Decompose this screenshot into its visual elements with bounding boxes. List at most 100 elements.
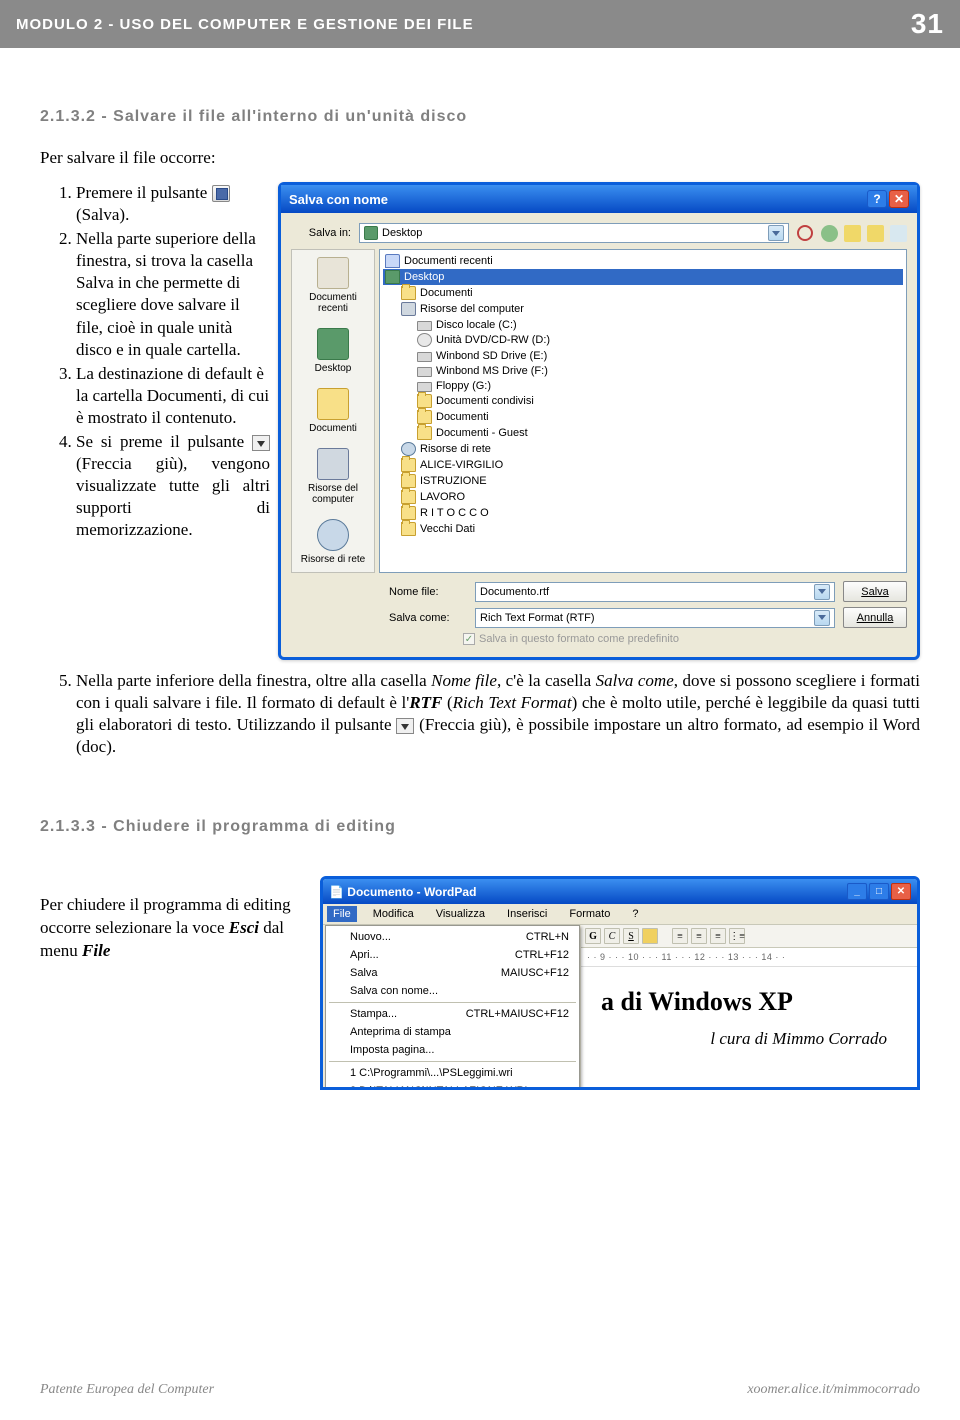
list-item[interactable]: Disco locale (C:) [383, 317, 903, 332]
save-in-row: Salva in: Desktop [291, 223, 907, 243]
list-item[interactable]: Risorse del computer [383, 301, 903, 317]
nav-icons [821, 225, 907, 242]
close-button[interactable]: ✕ [889, 190, 909, 208]
header-title: MODULO 2 - USO DEL COMPUTER E GESTIONE D… [16, 16, 474, 33]
dialog-bottom: Nome file: Documento.rtf Salva Salva com… [291, 581, 907, 645]
menu-help[interactable]: ? [626, 906, 644, 922]
place-risorse[interactable]: Risorse del computer [292, 441, 374, 512]
menu-inserisci[interactable]: Inserisci [501, 906, 553, 922]
wordpad-document[interactable]: a di Windows XP l cura di Mimmo Corrado [581, 967, 917, 1087]
italic-button[interactable]: C [604, 928, 620, 944]
view-icon[interactable] [890, 225, 907, 242]
doc-heading: a di Windows XP [601, 987, 897, 1017]
desktop-place-icon [317, 328, 349, 360]
folder-icon [401, 474, 416, 488]
list-item[interactable]: Documenti [383, 285, 903, 301]
list-item[interactable]: Floppy (G:) [383, 378, 903, 393]
maximize-button[interactable]: □ [869, 883, 889, 900]
combo-dropdown-icon[interactable] [768, 225, 784, 241]
menu-item[interactable]: 1 C:\Programmi\...\PSLeggimi.wri [328, 1064, 577, 1082]
footer-left: Patente Europea del Computer [40, 1382, 214, 1398]
place-desktop[interactable]: Desktop [292, 321, 374, 381]
page-number: 31 [911, 8, 944, 40]
dropdown-icon[interactable] [814, 610, 830, 626]
folder-icon [417, 426, 432, 440]
place-rete[interactable]: Risorse di rete [292, 512, 374, 572]
save-in-combo[interactable]: Desktop [359, 223, 789, 243]
page-footer: Patente Europea del Computer xoomer.alic… [40, 1382, 920, 1398]
wordpad-titlebar[interactable]: 📄 Documento - WordPad _ □ ✕ [323, 879, 917, 904]
cancel-button[interactable]: Annulla [843, 607, 907, 628]
menu-item[interactable]: Apri...CTRL+F12 [328, 946, 577, 964]
wordpad-body: Nuovo...CTRL+N Apri...CTRL+F12 SalvaMAIU… [323, 925, 917, 1087]
list-item[interactable]: Vecchi Dati [383, 521, 903, 537]
menu-file[interactable]: File [327, 906, 357, 922]
wordpad-row: Per chiudere il programma di editing occ… [40, 876, 920, 1090]
list-item[interactable]: Documenti recenti [383, 253, 903, 269]
menu-modifica[interactable]: Modifica [367, 906, 420, 922]
ordered-list-left: Premere il pulsante (Salva). Nella parte… [40, 182, 270, 660]
savetype-input[interactable]: Rich Text Format (RTF) [475, 608, 835, 628]
menu-formato[interactable]: Formato [563, 906, 616, 922]
menu-item[interactable]: 2 D:\ITALIANO\INTALLAZIONE.WRI [328, 1082, 577, 1090]
cd-icon [417, 333, 432, 347]
place-documenti[interactable]: Documenti [292, 381, 374, 441]
menu-item[interactable]: Nuovo...CTRL+N [328, 928, 577, 946]
dialog-body: Salva in: Desktop [281, 213, 917, 657]
list-item[interactable]: Winbond SD Drive (E:) [383, 348, 903, 363]
list-item[interactable]: Documenti - Guest [383, 425, 903, 441]
list-item[interactable]: Risorse di rete [383, 441, 903, 457]
checkbox-icon[interactable]: ✓ [463, 633, 475, 645]
list-item-selected[interactable]: Desktop [383, 269, 903, 285]
titlebar-buttons: ? ✕ [867, 190, 909, 208]
menu-item[interactable]: Anteprima di stampa [328, 1023, 577, 1041]
up-icon[interactable] [844, 225, 861, 242]
bold-button[interactable]: G [585, 928, 601, 944]
folder-icon [401, 458, 416, 472]
menu-item[interactable]: Salva con nome... [328, 982, 577, 1000]
list-item-1: Premere il pulsante (Salva). [76, 182, 270, 226]
list-item[interactable]: Winbond MS Drive (F:) [383, 363, 903, 378]
list-item[interactable]: Unità DVD/CD-RW (D:) [383, 332, 903, 348]
network-icon [401, 442, 416, 456]
dialog-titlebar[interactable]: Salva con nome ? ✕ [281, 185, 917, 213]
save-in-label: Salva in: [291, 227, 351, 239]
align-left-button[interactable]: ≡ [672, 928, 688, 944]
help-button[interactable]: ? [867, 190, 887, 208]
folder-icon [417, 394, 432, 408]
close-button[interactable]: ✕ [891, 883, 911, 900]
back-icon[interactable] [821, 225, 838, 242]
align-right-button[interactable]: ≡ [710, 928, 726, 944]
savetype-row: Salva come: Rich Text Format (RTF) Annul… [291, 607, 907, 628]
filename-label: Nome file: [389, 586, 467, 598]
file-list[interactable]: Documenti recenti Desktop Documenti Riso… [379, 249, 907, 573]
list-item[interactable]: ALICE-VIRGILIO [383, 457, 903, 473]
list-item[interactable]: ISTRUZIONE [383, 473, 903, 489]
drive-icon [417, 321, 432, 331]
list-item[interactable]: R I T O C C O [383, 505, 903, 521]
minimize-button[interactable]: _ [847, 883, 867, 900]
menu-item[interactable]: SalvaMAIUSC+F12 [328, 964, 577, 982]
color-button[interactable] [642, 928, 658, 944]
new-folder-icon[interactable] [867, 225, 884, 242]
dialog-main: Documenti recenti Desktop Documenti Riso… [291, 249, 907, 573]
list-item[interactable]: Documenti condivisi [383, 393, 903, 409]
list-item[interactable]: LAVORO [383, 489, 903, 505]
filename-input[interactable]: Documento.rtf [475, 582, 835, 602]
save-button[interactable]: Salva [843, 581, 907, 602]
menu-separator [329, 1061, 576, 1062]
place-recenti[interactable]: Documenti recenti [292, 250, 374, 321]
underline-button[interactable]: S [623, 928, 639, 944]
default-format-checkbox[interactable]: ✓ Salva in questo formato come predefini… [381, 633, 907, 645]
places-bar: Documenti recenti Desktop Documenti Riso… [291, 249, 375, 573]
dropdown-icon[interactable] [814, 584, 830, 600]
list-item[interactable]: Documenti [383, 409, 903, 425]
menu-visualizza[interactable]: Visualizza [430, 906, 491, 922]
menu-item[interactable]: Stampa...CTRL+MAIUSC+F12 [328, 1005, 577, 1023]
wordpad-description: Per chiudere il programma di editing occ… [40, 876, 310, 1090]
align-center-button[interactable]: ≡ [691, 928, 707, 944]
menu-item[interactable]: Imposta pagina... [328, 1041, 577, 1059]
wordpad-ruler[interactable]: · · 9 · · · 10 · · · 11 · · · 12 · · · 1… [581, 948, 917, 967]
wordpad-window: 📄 Documento - WordPad _ □ ✕ File Modific… [320, 876, 920, 1090]
bullets-button[interactable]: ⋮≡ [729, 928, 745, 944]
